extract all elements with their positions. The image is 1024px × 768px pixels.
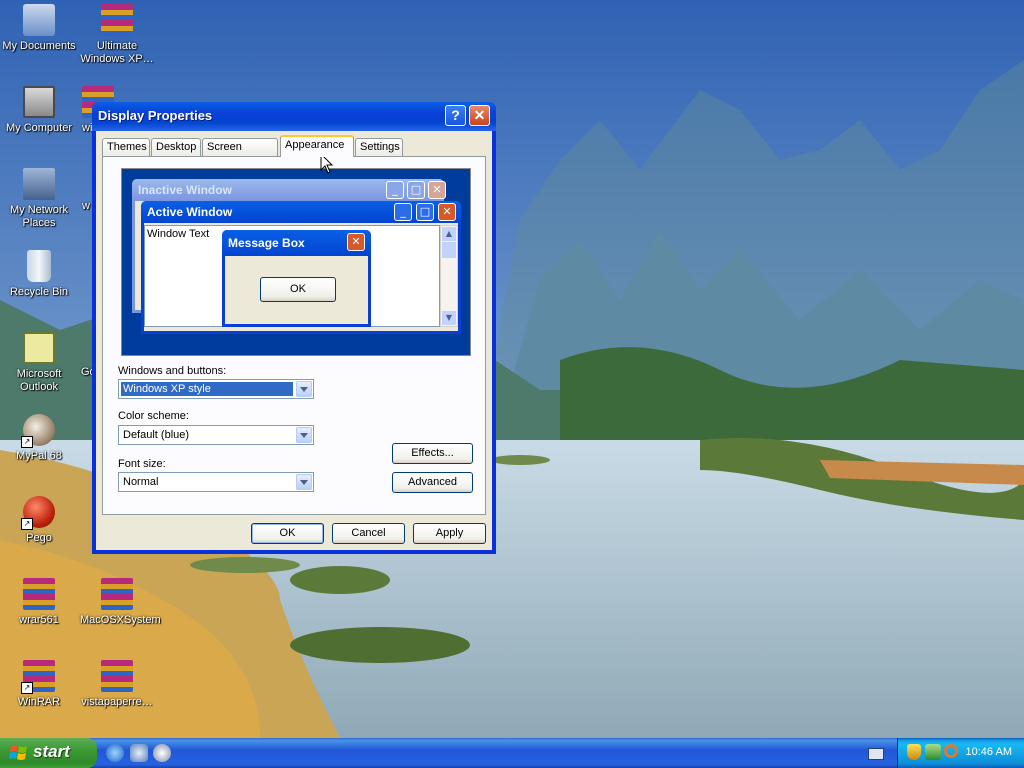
settings-gear-icon[interactable] — [130, 744, 148, 762]
computer-icon — [23, 86, 55, 118]
desktop-icon-wrar561[interactable]: wrar561 — [0, 578, 78, 627]
close-icon: ✕ — [347, 233, 365, 251]
clock: 10:46 AM — [965, 746, 1012, 758]
scroll-up-icon: ▲ — [442, 227, 456, 241]
preview-message-ok-button: OK — [260, 277, 336, 302]
preview-scrollbar: ▲ ▼ — [440, 225, 458, 327]
preview-window-text: Window Text — [147, 228, 210, 240]
mypal-browser-icon: ↗ — [21, 414, 55, 448]
color-scheme-select[interactable]: Default (blue) — [118, 425, 314, 445]
scroll-down-icon: ▼ — [442, 311, 456, 325]
shortcut-arrow-icon: ↗ — [21, 518, 33, 530]
desktop-icon-label: Microsoft Outlook — [16, 368, 62, 393]
font-size-label: Font size: — [118, 458, 166, 470]
preview-active-title: Active Window — [141, 201, 461, 223]
recycle-bin-icon — [27, 250, 51, 282]
windows-buttons-select[interactable]: Windows XP style — [118, 379, 314, 399]
minimize-icon: _ — [394, 203, 412, 221]
outlook-icon — [23, 332, 55, 364]
keyboard-icon[interactable] — [868, 748, 884, 760]
desktop-icon-label: My Computer — [5, 122, 73, 134]
desktop-icon-label: Recycle Bin — [9, 286, 69, 298]
ok-button[interactable]: OK — [251, 523, 324, 544]
close-button[interactable]: ✕ — [469, 105, 490, 126]
winrar-archive-icon — [23, 578, 55, 610]
color-scheme-label: Color scheme: — [118, 410, 189, 422]
chevron-down-icon[interactable] — [296, 474, 312, 490]
winrar-archive-icon — [101, 578, 133, 610]
maximize-icon: □ — [416, 203, 434, 221]
appearance-tab-pane: Inactive Window _ □ ✕ Active Window _ □ … — [102, 156, 486, 515]
window-title-bar[interactable]: Display Properties ? ✕ — [92, 102, 496, 131]
tab-desktop[interactable]: Desktop — [151, 138, 201, 156]
desktop-icon-microsoft-outlook[interactable]: Microsoft Outlook — [0, 332, 78, 394]
desktop-icon-label: Pego — [26, 532, 52, 544]
network-status-icon[interactable] — [925, 744, 941, 760]
appearance-preview: Inactive Window _ □ ✕ Active Window _ □ … — [121, 168, 471, 356]
desktop-icon-macosxsystem[interactable]: MacOSXSystem — [78, 578, 161, 627]
security-shield-icon[interactable] — [907, 744, 921, 760]
desktop-icon-my-documents[interactable]: My Documents — [0, 4, 78, 53]
tab-screen-saver[interactable]: Screen Saver — [202, 138, 278, 170]
documents-folder-icon — [23, 4, 55, 36]
desktop-icon-label: Ultimate Windows XP… — [80, 40, 154, 65]
chevron-down-icon[interactable] — [296, 427, 312, 443]
desktop-icon-label: MyPal 68 — [16, 450, 62, 462]
desktop-icon-my-computer[interactable]: My Computer — [0, 86, 78, 135]
font-size-value: Normal — [123, 476, 159, 488]
search-icon[interactable] — [944, 744, 958, 758]
desktop-icon-label: My Network Places — [9, 204, 69, 229]
help-button[interactable]: ? — [445, 105, 466, 126]
taskbar: start 10:46 AM — [0, 738, 1024, 768]
tab-appearance[interactable]: Appearance — [280, 135, 354, 157]
start-label: start — [33, 742, 70, 761]
desktop-icon-recycle-bin[interactable]: Recycle Bin — [0, 250, 78, 299]
desktop-icon-vistapaperre[interactable]: vistapaperre… — [78, 660, 156, 709]
apply-button[interactable]: Apply — [413, 523, 486, 544]
desktop-icon-label: MacOSXSystem — [80, 614, 161, 626]
desktop-icon-my-network-places[interactable]: My Network Places — [0, 168, 78, 230]
desktop-icon-label: wrar561 — [19, 614, 59, 626]
desktop-icon-label: vistapaperre… — [81, 696, 153, 708]
internet-explorer-icon[interactable] — [106, 744, 124, 762]
winrar-archive-icon — [101, 4, 133, 36]
window-client-area: Themes Desktop Screen Saver Appearance S… — [96, 131, 492, 550]
minimize-icon: _ — [386, 181, 404, 199]
display-properties-window: Display Properties ? ✕ Themes Desktop Sc… — [92, 102, 496, 554]
effects-button[interactable]: Effects... — [392, 443, 473, 464]
winrar-archive-icon — [101, 660, 133, 692]
close-icon: ✕ — [428, 181, 446, 199]
windows-logo-icon — [9, 745, 27, 760]
winrar-archive-icon: ↗ — [21, 660, 55, 694]
chevron-down-icon[interactable] — [296, 381, 312, 397]
network-icon — [23, 168, 55, 200]
desktop-icon-pego[interactable]: ↗ Pego — [0, 496, 78, 545]
desktop-icon-winrar[interactable]: ↗ WinRAR — [0, 660, 78, 709]
media-player-icon[interactable] — [153, 744, 171, 762]
window-title: Display Properties — [98, 108, 213, 123]
tab-themes[interactable]: Themes — [102, 138, 150, 156]
windows-buttons-label: Windows and buttons: — [118, 365, 227, 377]
preview-message-box: Message Box ✕ OK — [222, 230, 371, 327]
pego-icon: ↗ — [21, 496, 55, 530]
windows-buttons-value: Windows XP style — [120, 381, 294, 397]
start-button[interactable]: start — [0, 738, 97, 768]
scroll-thumb — [442, 242, 456, 258]
shortcut-arrow-icon: ↗ — [21, 682, 33, 694]
desktop-icon-ultimate-windows-xp[interactable]: Ultimate Windows XP… — [78, 4, 156, 66]
system-tray: 10:46 AM — [897, 738, 1024, 768]
tab-settings[interactable]: Settings — [355, 138, 403, 156]
shortcut-arrow-icon: ↗ — [21, 436, 33, 448]
maximize-icon: □ — [407, 181, 425, 199]
font-size-select[interactable]: Normal — [118, 472, 314, 492]
desktop-icon-label: WinRAR — [17, 696, 61, 708]
desktop-icon-mypal-68[interactable]: ↗ MyPal 68 — [0, 414, 78, 463]
close-icon: ✕ — [438, 203, 456, 221]
color-scheme-value: Default (blue) — [123, 429, 190, 441]
desktop-icon-label: My Documents — [2, 40, 76, 52]
cancel-button[interactable]: Cancel — [332, 523, 405, 544]
advanced-button[interactable]: Advanced — [392, 472, 473, 493]
